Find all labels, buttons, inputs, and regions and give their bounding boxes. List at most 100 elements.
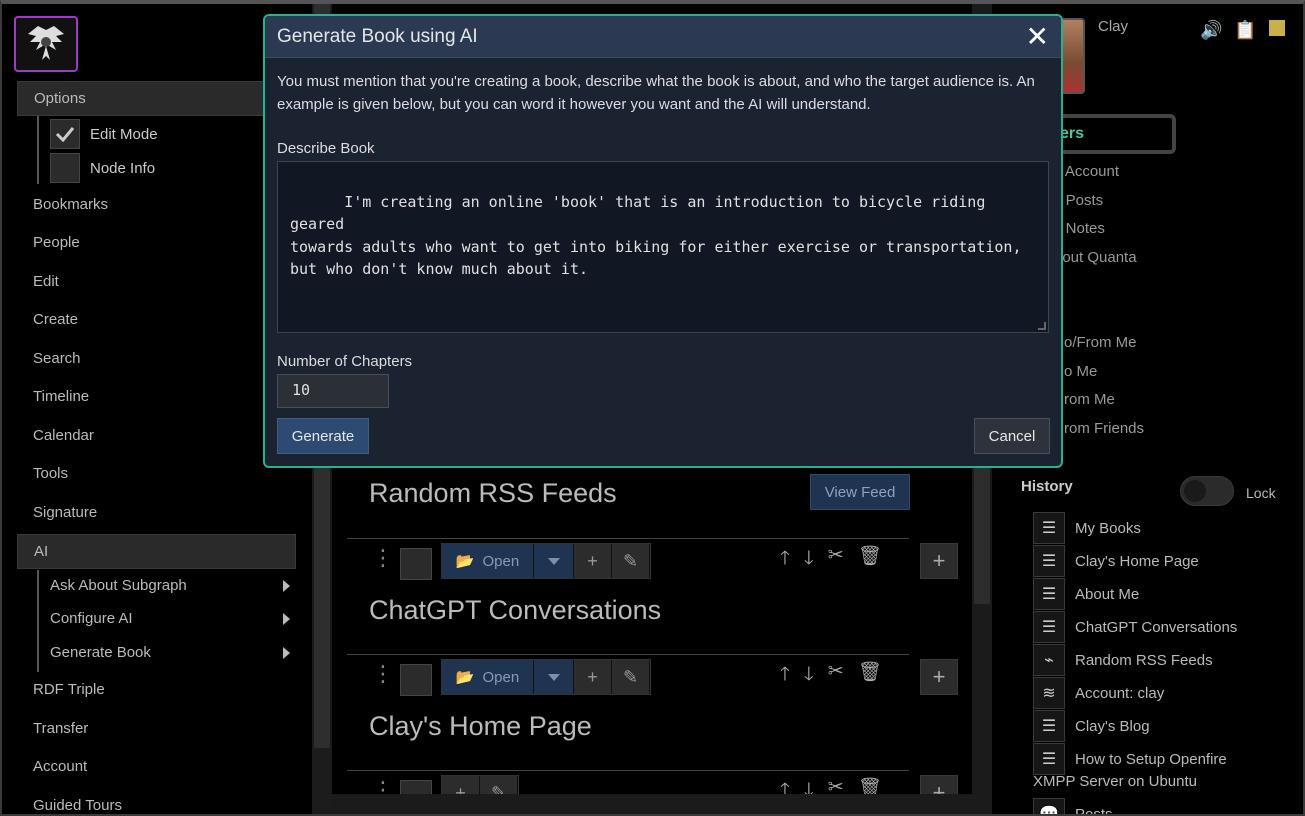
edit-node-button[interactable]: ✎ <box>480 776 518 794</box>
history-item[interactable]: ☰ Clay's Blog <box>1033 710 1150 742</box>
cut-icon[interactable]: ✂ <box>828 660 844 692</box>
caret-down-icon <box>547 557 560 565</box>
menu-account[interactable]: Account <box>33 758 87 775</box>
add-subnode-button[interactable]: + <box>442 776 480 794</box>
node-select-checkbox[interactable] <box>400 548 432 580</box>
history-item-label: My Books <box>1075 519 1141 537</box>
folder-open-icon: 📂 <box>455 669 475 686</box>
open-button[interactable]: 📂 Open <box>442 544 534 578</box>
app-logo[interactable] <box>14 16 78 72</box>
database-icon: ≋ <box>1033 677 1065 709</box>
main-scrollbar-thumb[interactable] <box>974 464 990 604</box>
node-select-checkbox[interactable] <box>400 664 432 696</box>
open-dropdown-button[interactable] <box>534 544 574 578</box>
link-my-account[interactable]: y Account <box>1054 163 1119 180</box>
clipboard-icon[interactable]: 📋 <box>1234 20 1256 41</box>
history-item-label-wrap: XMPP Server on Ubuntu <box>1033 773 1197 790</box>
document-icon: ☰ <box>1033 743 1065 775</box>
arrow-down-icon[interactable]: 🡓 <box>804 544 814 576</box>
sticky-note-icon[interactable] <box>1268 20 1285 36</box>
menu-edit[interactable]: Edit <box>33 273 59 290</box>
menu-transfer[interactable]: Transfer <box>33 720 88 737</box>
history-item-label: Account: clay <box>1075 684 1165 702</box>
history-item[interactable]: ≋ Account: clay <box>1033 677 1164 709</box>
menu-guided-tours[interactable]: Guided Tours <box>33 797 122 814</box>
history-item[interactable]: ☰ My Books <box>1033 512 1141 544</box>
view-feed-button[interactable]: View Feed <box>810 474 910 510</box>
history-lock-toggle[interactable] <box>1180 476 1234 506</box>
arrow-up-icon[interactable]: 🡑 <box>780 776 790 794</box>
edit-mode-checkbox[interactable] <box>50 119 80 149</box>
link-from-me[interactable]: rom Me <box>1064 391 1115 408</box>
link-about-quanta[interactable]: bout Quanta <box>1054 249 1137 266</box>
trash-icon[interactable]: 🗑 <box>858 660 882 692</box>
generate-button[interactable]: Generate <box>277 418 369 454</box>
trash-icon[interactable]: 🗑 <box>858 776 882 794</box>
history-item[interactable]: ☰ About Me <box>1033 578 1139 610</box>
describe-book-textarea[interactable]: I'm creating an online 'book' that is an… <box>277 161 1049 333</box>
menu-configure-ai[interactable]: Configure AI <box>50 610 290 627</box>
menu-generate-book[interactable]: Generate Book <box>50 644 290 661</box>
edit-mode-row[interactable]: Edit Mode <box>50 119 158 149</box>
plus-icon: + <box>932 664 946 689</box>
menu-tools[interactable]: Tools <box>33 465 68 482</box>
cancel-button[interactable]: Cancel <box>974 418 1050 454</box>
cut-icon[interactable]: ✂ <box>828 544 844 576</box>
history-item[interactable]: 💬 Posts <box>1033 798 1113 814</box>
menu-rdf-triple[interactable]: RDF Triple <box>33 681 105 698</box>
history-item[interactable]: ⌁ Random RSS Feeds <box>1033 644 1213 676</box>
open-label: Open <box>482 668 520 686</box>
open-label: Open <box>482 552 520 570</box>
add-subnode-button[interactable]: + <box>574 544 612 578</box>
speaker-icon[interactable]: 🔊 <box>1200 20 1222 41</box>
node-select-checkbox[interactable] <box>400 780 432 794</box>
open-button[interactable]: 📂 Open <box>442 660 534 694</box>
history-item[interactable]: ☰ Clay's Home Page <box>1033 545 1199 577</box>
menu-options[interactable]: Options <box>17 81 296 116</box>
open-dropdown-button[interactable] <box>534 660 574 694</box>
username[interactable]: Clay <box>1098 18 1128 35</box>
node-action-icons: 🡑 🡓 ✂ 🗑 <box>780 776 882 794</box>
history-item-label: Clay's Home Page <box>1075 552 1199 570</box>
history-item[interactable]: ☰ How to Setup Openfire <box>1033 743 1227 775</box>
edit-node-button[interactable]: ✎ <box>612 660 650 694</box>
horizontal-scrollbar[interactable] <box>332 794 992 814</box>
menu-calendar[interactable]: Calendar <box>33 427 94 444</box>
arrow-up-icon[interactable]: 🡑 <box>780 544 790 576</box>
plus-icon: + <box>932 780 946 794</box>
history-item-label: About Me <box>1075 585 1140 603</box>
trash-icon[interactable]: 🗑 <box>858 544 882 576</box>
link-from-friends[interactable]: rom Friends <box>1064 420 1144 437</box>
edit-node-button[interactable]: ✎ <box>612 544 650 578</box>
menu-create[interactable]: Create <box>33 311 78 328</box>
arrow-down-icon[interactable]: 🡓 <box>804 660 814 692</box>
menu-people[interactable]: People <box>33 234 80 251</box>
lock-label: Lock <box>1246 485 1276 501</box>
insert-node-button[interactable]: + <box>920 775 958 794</box>
chapters-input[interactable]: 10 <box>277 374 389 408</box>
link-to-from-me[interactable]: o/From Me <box>1064 334 1137 351</box>
node-info-checkbox[interactable] <box>50 153 80 183</box>
menu-bookmarks[interactable]: Bookmarks <box>33 196 108 213</box>
menu-ai[interactable]: AI <box>17 534 296 569</box>
edit-icon: ✎ <box>622 666 639 687</box>
rss-icon: ⌁ <box>1033 644 1065 676</box>
menu-timeline[interactable]: Timeline <box>33 388 89 405</box>
arrow-down-icon[interactable]: 🡓 <box>804 776 814 794</box>
menu-signature[interactable]: Signature <box>33 504 97 521</box>
insert-node-button[interactable]: + <box>920 543 958 579</box>
add-subnode-button[interactable]: + <box>574 660 612 694</box>
dialog-instructions: You must mention that you're creating a … <box>277 73 1035 113</box>
insert-node-button[interactable]: + <box>920 659 958 695</box>
resize-handle-icon[interactable] <box>1038 322 1046 330</box>
cut-icon[interactable]: ✂ <box>828 776 844 794</box>
menu-search[interactable]: Search <box>33 350 81 367</box>
close-icon[interactable]: ✕ <box>1026 22 1049 51</box>
history-item[interactable]: ☰ ChatGPT Conversations <box>1033 611 1237 643</box>
arrow-up-icon[interactable]: 🡑 <box>780 660 790 692</box>
menu-ask-about-subgraph[interactable]: Ask About Subgraph <box>50 577 290 594</box>
history-heading: History <box>1021 478 1073 495</box>
link-to-me[interactable]: o Me <box>1064 363 1097 380</box>
node-info-row[interactable]: Node Info <box>50 153 155 183</box>
generate-book-label: Generate Book <box>50 644 151 661</box>
